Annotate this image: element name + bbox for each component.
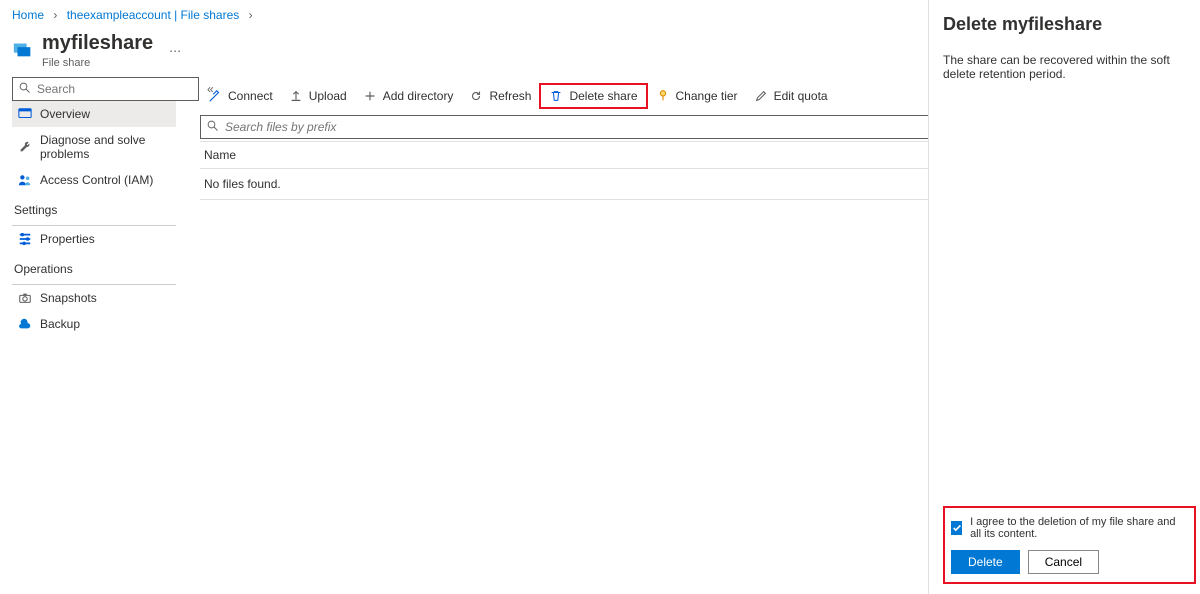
search-icon [19,82,31,97]
cancel-button[interactable]: Cancel [1028,550,1099,574]
sidebar-search-input[interactable] [37,82,192,96]
sidebar-item-label: Diagnose and solve problems [40,133,170,161]
chevron-right-icon: › [53,8,57,22]
delete-button[interactable]: Delete [951,550,1020,574]
people-icon [18,173,32,187]
sidebar-item-snapshots[interactable]: Snapshots [12,285,176,311]
column-name[interactable]: Name [204,148,1004,162]
plus-icon [363,89,377,103]
breadcrumb-account[interactable]: theexampleaccount | File shares [67,8,240,22]
wrench-icon [18,140,32,154]
refresh-button[interactable]: Refresh [461,85,539,107]
refresh-icon [469,89,483,103]
tool-label: Add directory [383,89,454,103]
breadcrumb-home[interactable]: Home [12,8,44,22]
tier-icon [656,89,670,103]
sidebar-item-label: Snapshots [40,291,97,305]
sidebar-item-backup[interactable]: Backup [12,311,176,337]
tool-label: Connect [228,89,273,103]
overview-icon [18,107,32,121]
properties-icon [18,232,32,246]
fileshare-icon [12,38,34,63]
edit-quota-button[interactable]: Edit quota [746,85,836,107]
tool-label: Change tier [676,89,738,103]
tool-label: Refresh [489,89,531,103]
page-title: myfileshare [42,32,153,55]
connect-icon [208,89,222,103]
agree-checkbox[interactable] [951,521,962,535]
sidebar-item-overview[interactable]: Overview [12,101,176,127]
sidebar-section-operations: Operations [12,252,176,282]
tool-label: Edit quota [774,89,828,103]
panel-description: The share can be recovered within the so… [943,53,1196,81]
sidebar-item-label: Backup [40,317,80,331]
tool-label: Upload [309,89,347,103]
trash-icon [549,89,563,103]
sidebar-item-diagnose[interactable]: Diagnose and solve problems [12,127,176,167]
sidebar-item-label: Overview [40,107,90,121]
delete-panel: Delete myfileshare The share can be reco… [928,0,1200,594]
sidebar: « Overview Diagnose and solve problems A… [0,77,188,337]
sidebar-item-label: Access Control (IAM) [40,173,153,187]
add-directory-button[interactable]: Add directory [355,85,462,107]
sidebar-item-iam[interactable]: Access Control (IAM) [12,167,176,193]
page-subtitle: File share [42,57,153,69]
backup-icon [18,317,32,331]
more-icon[interactable]: ⋯ [169,44,181,58]
upload-icon [289,89,303,103]
change-tier-button[interactable]: Change tier [648,85,746,107]
connect-button[interactable]: Connect [200,85,281,107]
tool-label: Delete share [569,89,637,103]
camera-icon [18,291,32,305]
panel-footer: I agree to the deletion of my file share… [943,506,1196,584]
upload-button[interactable]: Upload [281,85,355,107]
sidebar-section-settings: Settings [12,193,176,223]
sidebar-item-properties[interactable]: Properties [12,226,176,252]
sidebar-search[interactable] [12,77,199,101]
pencil-icon [754,89,768,103]
panel-title: Delete myfileshare [943,14,1196,35]
delete-share-button[interactable]: Delete share [539,83,647,109]
sidebar-item-label: Properties [40,232,95,246]
agree-label: I agree to the deletion of my file share… [970,516,1188,540]
search-icon [207,120,219,135]
chevron-right-icon: › [249,8,253,22]
